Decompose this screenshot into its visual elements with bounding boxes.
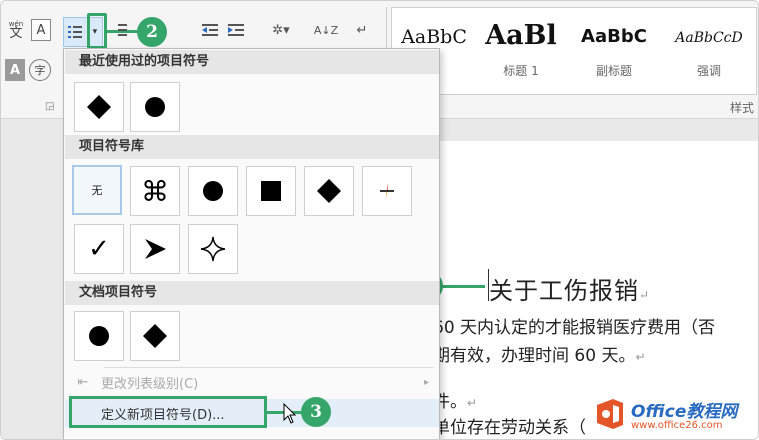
bullet-circle[interactable] [188, 166, 238, 216]
recent-bullet-circle[interactable] [130, 82, 180, 132]
style-heading-1[interactable]: AaBl 标题 1 [478, 8, 564, 96]
document-line[interactable]: 单位存在劳动关系（ [433, 413, 586, 438]
submenu-arrow-icon: ▸ [423, 376, 429, 388]
bullet-star-color[interactable] [362, 166, 412, 216]
decrease-indent-icon[interactable] [199, 19, 221, 41]
enclose-characters-label: 字 [34, 64, 46, 77]
styles-group-label: 样式 [729, 101, 754, 115]
office-logo-icon [597, 399, 623, 429]
phonetic-guide-button[interactable]: wén 文 [5, 15, 27, 43]
define-new-bullet-highlight [69, 396, 267, 428]
document-bullet-circle[interactable] [74, 311, 124, 361]
document-bullet-diamond[interactable] [130, 311, 180, 361]
bullet-library-title: 项目符号库 [65, 135, 439, 159]
recent-bullets-title: 最近使用过的项目符号 [65, 50, 439, 74]
watermark-subtitle: www.office26.com [631, 420, 723, 431]
bullet-command[interactable]: ⌘ [130, 166, 180, 216]
enclose-characters-button[interactable]: 字 [29, 59, 51, 81]
mouse-pointer-icon [283, 402, 297, 429]
bullet-check[interactable]: ✓ [74, 224, 124, 274]
arrowhead-icon [145, 239, 166, 259]
sort-icon[interactable]: A↓Z [314, 17, 338, 43]
diamond-icon [87, 95, 111, 119]
phonetic-char: 文 [9, 26, 23, 41]
bullet-none[interactable]: 无 [72, 165, 122, 215]
bullet-library-menu: 最近使用过的项目符号 项目符号库 无 ⌘ ✓ 文档项目符号 ⇤ 更改列表级别(C… [63, 48, 440, 439]
document-title[interactable]: 关于工伤报销↵ [489, 271, 650, 306]
diamond-icon [317, 179, 341, 203]
document-line[interactable]: 60 天内认定的才能报销医疗费用（否 [433, 313, 715, 338]
circle-icon [203, 181, 223, 201]
document-line[interactable]: 期有效，办理时间 60 天。↵ [433, 341, 646, 366]
diamond-icon [143, 324, 167, 348]
style-sample: AaBbCcD [675, 30, 743, 46]
style-sample: AaBbC [401, 26, 467, 48]
style-name: 副标题 [595, 64, 632, 78]
recent-bullet-diamond[interactable] [74, 82, 124, 132]
none-label: 无 [91, 184, 103, 197]
circle-icon [145, 97, 165, 117]
styles-gallery: AaBbC 题 AaBl 标题 1 AaBbC 副标题 AaBbCcD 强调 [391, 7, 757, 95]
bullet-square[interactable] [246, 166, 296, 216]
style-sample: AaBl [485, 20, 557, 51]
app-window: wén 文 A A 字 ◲ ▾ 2 ✲▾ A↓Z ↵ AaBbC AaBl 标题… [0, 0, 759, 440]
numbering-button[interactable] [109, 19, 131, 41]
circle-icon [89, 326, 109, 346]
style-subtitle[interactable]: AaBbC 副标题 [570, 8, 658, 96]
watermark: Office教程网 www.office26.com [593, 397, 737, 431]
callout-3: 3 [301, 397, 331, 427]
bullet-four-point-star[interactable] [188, 224, 238, 274]
character-border-label: A [36, 22, 46, 38]
change-list-level-item[interactable]: ⇤ 更改列表级别(C) ▸ [65, 368, 439, 396]
list-level-icon: ⇤ [77, 374, 89, 390]
bullet-arrowhead[interactable] [130, 224, 180, 274]
style-sample: AaBbC [581, 26, 647, 47]
change-list-level-label: 更改列表级别(C) [101, 376, 199, 392]
watermark-title: Office教程网 [631, 402, 738, 422]
style-emphasis[interactable]: AaBbCcD 强调 [664, 8, 754, 96]
increase-indent-icon[interactable] [225, 19, 247, 41]
check-icon: ✓ [88, 234, 110, 264]
style-name: 标题 1 [503, 64, 539, 78]
character-shading-label: A [9, 62, 21, 78]
bullets-dropdown-highlight [87, 13, 107, 49]
callout-1-line [441, 285, 485, 288]
chinese-layout-icon[interactable]: ✲▾ [263, 19, 299, 41]
document-bullets-title: 文档项目符号 [65, 281, 439, 305]
character-shading-button[interactable]: A [5, 59, 25, 81]
bullet-diamond[interactable] [304, 166, 354, 216]
character-border-button[interactable]: A [31, 19, 51, 41]
star-color-icon [379, 183, 395, 199]
show-paragraph-marks-icon[interactable]: ↵ [351, 17, 373, 43]
command-icon: ⌘ [141, 174, 169, 208]
style-name: 强调 [696, 64, 721, 78]
callout-2: 2 [137, 17, 167, 47]
four-point-star-icon [200, 236, 226, 262]
bullets-list-icon[interactable] [64, 18, 87, 46]
square-icon [261, 181, 281, 201]
dialog-launcher-icon[interactable]: ◲ [45, 101, 54, 112]
